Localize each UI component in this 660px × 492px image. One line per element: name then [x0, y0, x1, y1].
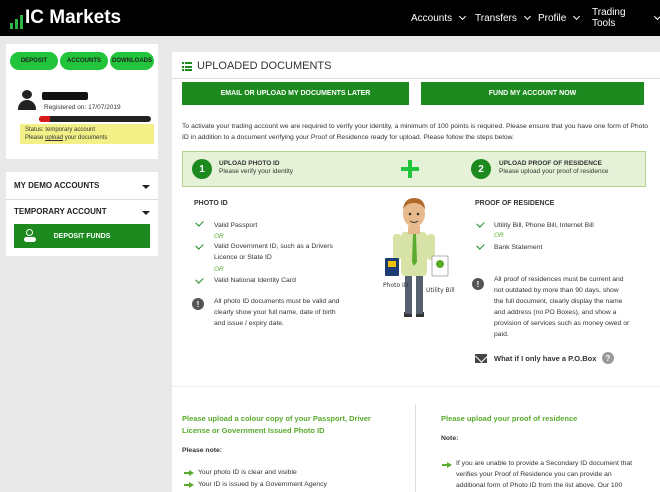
svg-text:Utility Bill: Utility Bill	[426, 287, 455, 294]
list-icon	[182, 62, 192, 71]
question-icon[interactable]: ?	[602, 352, 614, 364]
proof-warning: All proof of residences must be current …	[494, 276, 630, 338]
chevron-down-icon	[654, 13, 660, 20]
photo-id-warning: All photo ID documents must be valid and…	[214, 298, 340, 327]
status-text: Status: temporary account	[25, 127, 96, 133]
redacted-username	[42, 92, 88, 100]
deposit-pill-button[interactable]: DEPOSIT	[10, 52, 58, 70]
photo-id-item-passport: Valid Passport	[214, 222, 258, 229]
chevron-down-icon	[459, 12, 467, 21]
please-note-label: Please note:	[182, 447, 223, 454]
note-item: If you are unable to provide a Secondary…	[456, 460, 633, 489]
photo-id-item-govt-id: Valid Government ID, such as a Drivers Li…	[214, 243, 333, 261]
deposit-funds-button[interactable]: DEPOSIT FUNDS	[14, 224, 150, 248]
svg-text:Photo ID: Photo ID	[383, 282, 409, 289]
note-label: Note:	[441, 435, 459, 442]
note-item: Your ID is issued by a Government Agency	[198, 481, 327, 488]
email-upload-later-button[interactable]: EMAIL OR UPLOAD MY DOCUMENTS LATER	[182, 82, 409, 105]
step-1-badge: 1	[192, 159, 212, 179]
check-icon	[195, 218, 204, 227]
top-bar: IC Markets Accounts Transfers Profile Tr…	[0, 0, 660, 36]
user-avatar-icon	[18, 90, 36, 110]
logo-bars-icon	[10, 7, 23, 29]
divider	[6, 199, 158, 200]
account-summary-card: DEPOSIT ACCOUNTS DOWNLOADS Registered on…	[6, 44, 158, 159]
page-title: UPLOADED DOCUMENTS	[197, 60, 332, 72]
accounts-pill-button[interactable]: ACCOUNTS	[60, 52, 108, 70]
check-icon	[476, 241, 485, 250]
uploaded-documents-panel: UPLOADED DOCUMENTS EMAIL OR UPLOAD MY DO…	[172, 52, 660, 492]
step-2-text: UPLOAD PROOF OF RESIDENCE Please upload y…	[499, 160, 609, 175]
caret-down-icon[interactable]	[142, 185, 150, 189]
upload-prompt: Please upload your documents	[25, 135, 108, 141]
info-shield-icon: !	[192, 298, 204, 310]
check-icon	[195, 275, 204, 284]
chevron-down-icon	[573, 12, 581, 21]
divider	[172, 386, 660, 387]
coin-hand-icon	[24, 229, 36, 243]
ic-markets-logo[interactable]: IC Markets	[10, 7, 121, 29]
arrow-right-icon	[184, 470, 194, 476]
column-divider	[415, 404, 416, 492]
note-item: Your photo ID is clear and visible	[198, 469, 297, 476]
caret-down-icon[interactable]	[142, 211, 150, 215]
photo-id-heading: PHOTO ID	[194, 200, 228, 207]
or-separator: OR	[214, 266, 224, 273]
proof-item-bank-statement: Bank Statement	[494, 244, 543, 251]
or-separator: OR	[214, 233, 224, 240]
arrow-right-icon	[442, 462, 452, 468]
temporary-account-toggle[interactable]: TEMPORARY ACCOUNT	[14, 207, 107, 216]
fund-account-now-button[interactable]: FUND MY ACCOUNT NOW	[421, 82, 644, 105]
check-icon	[476, 219, 485, 228]
info-shield-icon: !	[472, 278, 484, 290]
upload-proof-heading: Please upload your proof of residence	[441, 414, 578, 423]
my-demo-accounts-toggle[interactable]: MY DEMO ACCOUNTS	[14, 181, 99, 190]
downloads-pill-button[interactable]: DOWNLOADS	[110, 52, 154, 70]
person-holding-documents-illustration: Photo ID Utility Bill	[383, 198, 455, 317]
or-separator: OR	[494, 232, 504, 239]
check-icon	[195, 241, 204, 250]
proof-item-bills: Utility Bill, Phone Bill, Internet Bill	[494, 222, 594, 229]
plus-icon	[401, 160, 419, 178]
divider	[172, 78, 660, 79]
step-2-badge: 2	[471, 159, 491, 179]
upload-photo-id-heading: Please upload a colour copy of your Pass…	[182, 414, 371, 435]
account-status-box: Status: temporary account Please upload …	[20, 124, 154, 144]
intro-text: To activate your trading account we are …	[182, 123, 649, 141]
nav-trading-tools[interactable]: Trading Tools	[592, 7, 660, 29]
nav-transfers[interactable]: Transfers	[475, 12, 531, 24]
photo-id-item-national-id: Valid National Identity Card	[214, 277, 296, 284]
nav-accounts[interactable]: Accounts	[411, 12, 467, 24]
upload-link[interactable]: upload	[45, 135, 63, 141]
upload-steps-banner: 1 UPLOAD PHOTO ID Please verify your iden…	[182, 151, 646, 187]
nav-profile[interactable]: Profile	[538, 12, 581, 24]
accounts-panel: MY DEMO ACCOUNTS TEMPORARY ACCOUNT DEPOS…	[6, 172, 158, 256]
logo-text: IC Markets	[25, 7, 122, 28]
proof-of-residence-heading: PROOF OF RESIDENCE	[475, 200, 555, 207]
chevron-down-icon	[523, 12, 531, 21]
step-1-text: UPLOAD PHOTO ID Please verify your identi…	[219, 160, 294, 175]
arrow-right-icon	[184, 482, 194, 488]
po-box-help-link[interactable]: What if I only have a P.O.Box	[494, 354, 596, 363]
verification-progress-bar	[39, 116, 151, 122]
registration-date: Registered on: 17/07/2019	[44, 104, 121, 111]
envelope-icon	[475, 354, 487, 363]
